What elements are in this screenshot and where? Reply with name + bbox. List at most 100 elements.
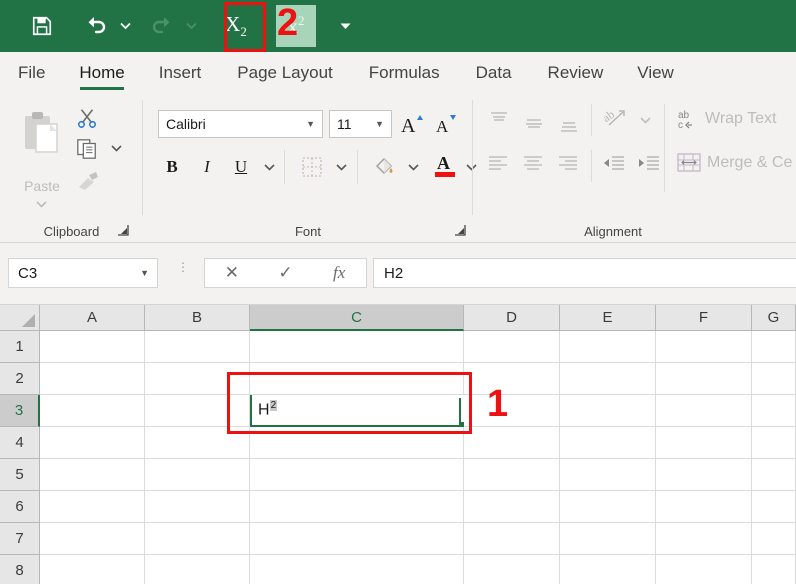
italic-button[interactable]: I bbox=[195, 154, 219, 180]
cell-a8[interactable] bbox=[40, 555, 145, 584]
cell-c4[interactable] bbox=[250, 427, 464, 459]
cell-f6[interactable] bbox=[656, 491, 752, 523]
cell-c1[interactable] bbox=[250, 331, 464, 363]
tab-file[interactable]: File bbox=[0, 52, 63, 94]
font-name-combo[interactable]: Calibri ▼ bbox=[158, 110, 323, 138]
decrease-indent-button[interactable] bbox=[601, 152, 627, 176]
cell-b2[interactable] bbox=[145, 363, 250, 395]
cell-g7[interactable] bbox=[752, 523, 796, 555]
cell-f7[interactable] bbox=[656, 523, 752, 555]
paste-button[interactable] bbox=[14, 106, 70, 168]
increase-font-size-button[interactable]: A bbox=[399, 110, 427, 138]
cell-e3[interactable] bbox=[560, 395, 656, 427]
undo-button[interactable] bbox=[76, 5, 116, 47]
borders-dropdown-button[interactable] bbox=[332, 156, 350, 178]
paste-dropdown-button[interactable] bbox=[34, 198, 48, 210]
tab-page-layout[interactable]: Page Layout bbox=[219, 52, 350, 94]
cell-e6[interactable] bbox=[560, 491, 656, 523]
column-header-e[interactable]: E bbox=[560, 305, 656, 331]
cell-b7[interactable] bbox=[145, 523, 250, 555]
cell-c5[interactable] bbox=[250, 459, 464, 491]
fill-color-button[interactable] bbox=[370, 152, 398, 180]
column-header-c[interactable]: C bbox=[250, 305, 464, 331]
cell-d8[interactable] bbox=[464, 555, 560, 584]
select-all-corner[interactable] bbox=[0, 305, 40, 331]
cell-g2[interactable] bbox=[752, 363, 796, 395]
tab-insert[interactable]: Insert bbox=[141, 52, 220, 94]
cell-a3[interactable] bbox=[40, 395, 145, 427]
row-header-5[interactable]: 5 bbox=[0, 459, 40, 491]
column-header-d[interactable]: D bbox=[464, 305, 560, 331]
tab-formulas[interactable]: Formulas bbox=[351, 52, 458, 94]
tab-data[interactable]: Data bbox=[458, 52, 530, 94]
orientation-button[interactable]: ab bbox=[601, 106, 631, 132]
cell-e2[interactable] bbox=[560, 363, 656, 395]
redo-button[interactable] bbox=[142, 5, 182, 47]
cell-g3[interactable] bbox=[752, 395, 796, 427]
cell-g8[interactable] bbox=[752, 555, 796, 584]
tab-home[interactable]: Home bbox=[63, 52, 140, 94]
cell-d7[interactable] bbox=[464, 523, 560, 555]
cell-a5[interactable] bbox=[40, 459, 145, 491]
cell-d2[interactable] bbox=[464, 363, 560, 395]
cell-a6[interactable] bbox=[40, 491, 145, 523]
format-painter-button[interactable] bbox=[74, 168, 102, 194]
top-align-button[interactable] bbox=[486, 108, 512, 130]
cell-f3[interactable] bbox=[656, 395, 752, 427]
cell-f2[interactable] bbox=[656, 363, 752, 395]
bold-button[interactable]: B bbox=[160, 154, 184, 180]
orientation-dropdown-button[interactable] bbox=[636, 110, 654, 130]
cell-b3[interactable] bbox=[145, 395, 250, 427]
row-header-4[interactable]: 4 bbox=[0, 427, 40, 459]
cell-g4[interactable] bbox=[752, 427, 796, 459]
row-header-6[interactable]: 6 bbox=[0, 491, 40, 523]
cell-f8[interactable] bbox=[656, 555, 752, 584]
align-center-button[interactable] bbox=[520, 152, 546, 176]
cell-a7[interactable] bbox=[40, 523, 145, 555]
copy-button[interactable] bbox=[74, 136, 100, 162]
undo-dropdown-button[interactable] bbox=[116, 5, 134, 47]
row-header-8[interactable]: 8 bbox=[0, 555, 40, 584]
tab-review[interactable]: Review bbox=[530, 52, 622, 94]
cell-b5[interactable] bbox=[145, 459, 250, 491]
cell-b4[interactable] bbox=[145, 427, 250, 459]
redo-dropdown-button[interactable] bbox=[182, 5, 200, 47]
fill-color-dropdown-button[interactable] bbox=[404, 156, 422, 178]
cell-b8[interactable] bbox=[145, 555, 250, 584]
copy-dropdown-button[interactable] bbox=[108, 140, 124, 156]
row-header-2[interactable]: 2 bbox=[0, 363, 40, 395]
cut-button[interactable] bbox=[74, 106, 100, 130]
column-header-f[interactable]: F bbox=[656, 305, 752, 331]
cell-d4[interactable] bbox=[464, 427, 560, 459]
middle-align-button[interactable] bbox=[521, 112, 547, 134]
cell-d6[interactable] bbox=[464, 491, 560, 523]
increase-indent-button[interactable] bbox=[636, 152, 662, 176]
row-header-7[interactable]: 7 bbox=[0, 523, 40, 555]
align-left-button[interactable] bbox=[485, 152, 511, 176]
cell-f5[interactable] bbox=[656, 459, 752, 491]
cell-e8[interactable] bbox=[560, 555, 656, 584]
cell-a1[interactable] bbox=[40, 331, 145, 363]
column-header-a[interactable]: A bbox=[40, 305, 145, 331]
borders-button[interactable] bbox=[298, 154, 326, 180]
cell-g1[interactable] bbox=[752, 331, 796, 363]
cell-a4[interactable] bbox=[40, 427, 145, 459]
font-color-button[interactable]: A bbox=[431, 150, 459, 182]
row-header-1[interactable]: 1 bbox=[0, 331, 40, 363]
cell-d5[interactable] bbox=[464, 459, 560, 491]
column-header-b[interactable]: B bbox=[145, 305, 250, 331]
cell-e7[interactable] bbox=[560, 523, 656, 555]
cell-a2[interactable] bbox=[40, 363, 145, 395]
cell-d3[interactable] bbox=[464, 395, 560, 427]
cell-b6[interactable] bbox=[145, 491, 250, 523]
row-header-3[interactable]: 3 bbox=[0, 395, 40, 427]
underline-dropdown-button[interactable] bbox=[260, 156, 278, 178]
cell-e4[interactable] bbox=[560, 427, 656, 459]
name-box[interactable]: C3 ▼ bbox=[8, 258, 158, 288]
cell-d1[interactable] bbox=[464, 331, 560, 363]
cell-e5[interactable] bbox=[560, 459, 656, 491]
cancel-edit-button[interactable]: ✕ bbox=[212, 263, 252, 283]
bottom-align-button[interactable] bbox=[556, 116, 582, 138]
cell-c8[interactable] bbox=[250, 555, 464, 584]
confirm-edit-button[interactable]: ✓ bbox=[265, 263, 305, 283]
